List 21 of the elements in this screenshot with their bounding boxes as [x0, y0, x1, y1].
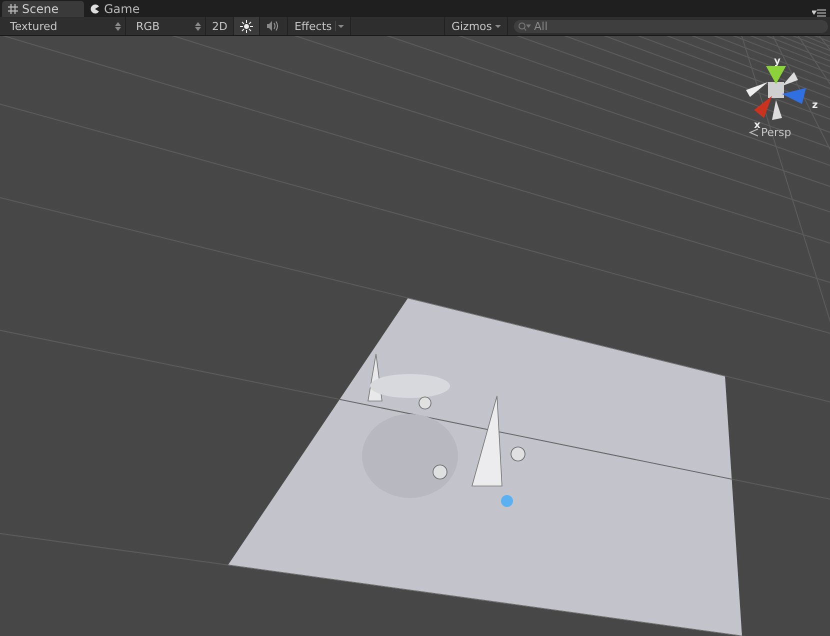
tab[interactable]: Game [84, 1, 166, 17]
lighting-toggle[interactable] [234, 17, 260, 35]
render-mode-dropdown[interactable]: RGB [126, 17, 206, 35]
chevron-icon [749, 128, 759, 137]
search-field[interactable]: All [514, 20, 828, 32]
search-icon [518, 22, 532, 32]
gizmos-dropdown[interactable]: Gizmos [444, 17, 508, 35]
tab[interactable]: Scene [2, 1, 84, 17]
updown-arrows-icon [195, 22, 201, 30]
caret-icon [495, 24, 501, 28]
pacman-icon [89, 3, 101, 15]
caret-icon [334, 21, 344, 31]
axis-label: y [774, 56, 781, 67]
draw-mode-dropdown[interactable]: Textured [0, 17, 126, 35]
effects-dropdown[interactable]: Effects [288, 17, 351, 35]
menu-icon[interactable] [812, 9, 826, 17]
axis-label: z [812, 100, 818, 111]
axis-label: x [754, 120, 760, 131]
sun-icon [240, 20, 254, 32]
grid-icon [7, 3, 19, 15]
updown-arrows-icon [115, 22, 121, 30]
